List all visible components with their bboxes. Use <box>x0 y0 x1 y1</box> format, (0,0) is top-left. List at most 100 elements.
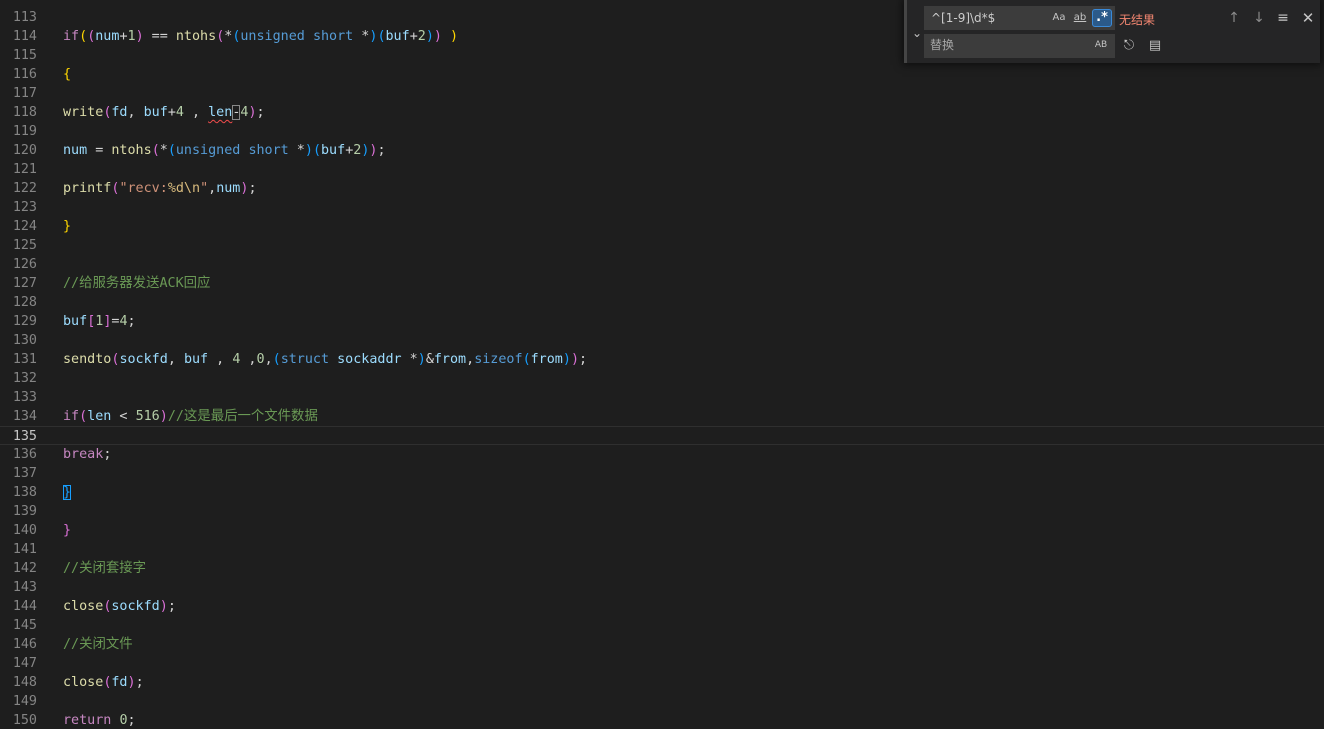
replace-icon[interactable]: ⎋ <box>1120 37 1138 55</box>
find-input-box[interactable]: Aa ab .* <box>924 6 1115 30</box>
replace-input[interactable] <box>930 37 1048 53</box>
line-number: 134 <box>12 409 37 424</box>
code-line[interactable]: 148 close(fd); <box>0 673 1324 692</box>
code-token: == <box>143 29 176 44</box>
code-line[interactable]: 135 <box>0 426 1324 445</box>
code-line[interactable]: 142 //关闭套接字 <box>0 559 1324 578</box>
code-line[interactable]: 150 return 0; <box>0 711 1324 729</box>
line-number: 116 <box>12 67 37 82</box>
line-number: 128 <box>12 295 37 310</box>
code-token: ) <box>417 352 426 367</box>
preserve-case-button[interactable]: AB <box>1091 36 1111 54</box>
code-token: short <box>312 29 354 44</box>
line-code: //给服务器发送ACK回应 <box>63 274 210 293</box>
line-number: 135 <box>12 429 37 444</box>
line-number: 122 <box>12 181 37 196</box>
code-line[interactable]: 140} <box>0 521 1324 540</box>
code-token: 0 <box>256 352 265 367</box>
replace-input-box[interactable]: AB <box>924 34 1115 58</box>
code-line[interactable]: 141 <box>0 540 1324 559</box>
chevron-down-icon[interactable]: ⌄ <box>909 24 925 42</box>
line-number: 142 <box>12 561 37 576</box>
line-number: 145 <box>12 618 37 633</box>
arrow-up-icon[interactable]: ↑ <box>1225 9 1243 27</box>
code-line[interactable]: 149 <box>0 692 1324 711</box>
line-number: 138 <box>12 485 37 500</box>
code-line[interactable]: 129 buf[1]=4; <box>0 312 1324 331</box>
whole-word-button[interactable]: ab <box>1070 9 1090 27</box>
code-line[interactable]: 146 //关闭文件 <box>0 635 1324 654</box>
code-token: ntohs <box>111 143 152 158</box>
code-line[interactable]: 119 <box>0 122 1324 141</box>
code-token: ntohs <box>175 29 217 44</box>
code-token: ; <box>248 181 257 196</box>
code-line[interactable]: 117 <box>0 84 1324 103</box>
code-line[interactable]: 134 if(len < 516)//这是最后一个文件数据 <box>0 407 1324 426</box>
code-token: ( <box>272 352 281 367</box>
line-number: 141 <box>12 542 37 557</box>
code-line[interactable]: 144 close(sockfd); <box>0 597 1324 616</box>
code-token: buf <box>183 352 209 367</box>
code-token: fd <box>111 105 128 120</box>
code-token: from <box>433 352 467 367</box>
line-code: if((num+1) == ntohs(*(unsigned short *)(… <box>63 27 458 46</box>
line-number: 125 <box>12 238 37 253</box>
code-line[interactable]: 145 <box>0 616 1324 635</box>
line-number: 129 <box>12 314 37 329</box>
code-line[interactable]: 128 <box>0 293 1324 312</box>
code-token: sockaddr <box>337 352 402 367</box>
code-token: ) <box>159 599 168 614</box>
code-token: %d\n <box>167 181 201 196</box>
line-number: 144 <box>12 599 37 614</box>
code-line[interactable]: 121 <box>0 160 1324 179</box>
find-input[interactable] <box>931 10 1049 26</box>
code-token: from <box>530 352 563 367</box>
code-line[interactable]: 124} <box>0 217 1324 236</box>
code-token: ; <box>127 314 136 329</box>
code-token: ) <box>433 29 442 44</box>
code-line[interactable]: 147 <box>0 654 1324 673</box>
find-in-selection-icon[interactable]: ≡ <box>1274 9 1292 27</box>
close-icon[interactable]: ✕ <box>1299 9 1317 27</box>
code-editor[interactable]: 113 114 if((num+1) == ntohs(*(unsigned sho… <box>0 0 1324 729</box>
line-code: close(fd); <box>63 673 144 692</box>
code-line[interactable]: 143 <box>0 578 1324 597</box>
code-token: ) <box>135 29 144 44</box>
line-code: num = ntohs(*(unsigned short *)(buf+2)); <box>63 141 386 160</box>
code-line[interactable]: 138} <box>0 483 1324 502</box>
line-number: 137 <box>12 466 37 481</box>
code-line[interactable]: 118 write(fd, buf+4 , len-4); <box>0 103 1324 122</box>
replace-all-icon[interactable]: ▤ <box>1146 37 1164 55</box>
regex-button[interactable]: .* <box>1092 9 1112 27</box>
code-line[interactable]: 122 printf("recv:%d\n",num); <box>0 179 1324 198</box>
code-token: 4 <box>119 314 128 329</box>
match-case-button[interactable]: Aa <box>1049 9 1069 27</box>
code-line[interactable]: 133 <box>0 388 1324 407</box>
code-line[interactable]: 137 <box>0 464 1324 483</box>
code-line[interactable]: 131 sendto(sockfd, buf , 4 ,0,(struct soc… <box>0 350 1324 369</box>
code-token: , <box>127 105 144 120</box>
code-line[interactable]: 127 //给服务器发送ACK回应 <box>0 274 1324 293</box>
code-line[interactable]: 116 { <box>0 65 1324 84</box>
code-token: sockfd <box>119 352 168 367</box>
code-line[interactable]: 120 num = ntohs(*(unsigned short *)(buf+2… <box>0 141 1324 160</box>
code-line[interactable]: 130 <box>0 331 1324 350</box>
code-line[interactable]: 136 break; <box>0 445 1324 464</box>
code-line[interactable]: 139 <box>0 502 1324 521</box>
line-code: if(len < 516)//这是最后一个文件数据 <box>63 407 318 426</box>
code-line[interactable]: 132 <box>0 369 1324 388</box>
code-token: struct <box>280 352 330 367</box>
code-token: < <box>111 409 136 424</box>
code-token: , <box>208 181 217 196</box>
code-token: //这是最后一个文件数据 <box>167 409 318 424</box>
code-token: + <box>409 29 418 44</box>
code-token: num <box>63 143 88 158</box>
code-line[interactable]: 125 <box>0 236 1324 255</box>
arrow-down-icon[interactable]: ↓ <box>1250 9 1268 27</box>
code-token: ) <box>425 29 434 44</box>
code-line[interactable]: 123 <box>0 198 1324 217</box>
code-token: " <box>200 181 209 196</box>
code-token: ) <box>304 143 313 158</box>
code-token: if <box>63 409 80 424</box>
code-line[interactable]: 126 <box>0 255 1324 274</box>
